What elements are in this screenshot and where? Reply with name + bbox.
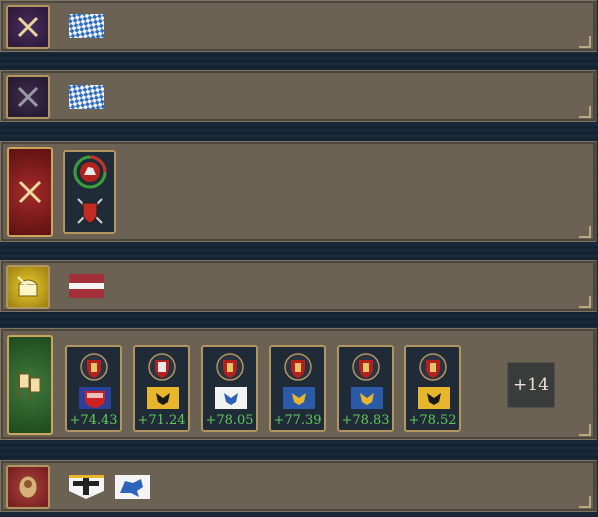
latvia-style-flag[interactable] xyxy=(69,274,104,298)
war-row-2[interactable] xyxy=(0,70,597,122)
castle-shield-icon xyxy=(352,353,380,381)
portrait-icon xyxy=(18,475,38,499)
participant-card[interactable] xyxy=(63,150,116,234)
participant-card[interactable]: +78.83 xyxy=(337,345,394,432)
castle-shield-icon xyxy=(284,353,312,381)
war-row-5[interactable]: +74.43 +71.24 +78.05 +77.39 +78.83 +78.5… xyxy=(0,328,597,440)
castle-shield-icon xyxy=(148,353,176,381)
crossed-swords-icon xyxy=(17,86,39,108)
war-type-badge[interactable] xyxy=(7,147,53,237)
crossed-swords-icon xyxy=(17,16,39,38)
banners-icon xyxy=(18,372,41,400)
war-row-4[interactable] xyxy=(0,260,597,312)
castle-shield-icon xyxy=(216,353,244,381)
participant-card[interactable]: +77.39 xyxy=(269,345,326,432)
blue-lion-flag[interactable] xyxy=(115,475,150,499)
castle-shield-icon xyxy=(419,353,447,381)
war-type-badge[interactable] xyxy=(6,465,50,509)
castle-shield-icon xyxy=(80,353,108,381)
cross-pennant-flag[interactable] xyxy=(69,475,104,499)
war-type-badge[interactable] xyxy=(6,75,50,119)
blue-eagle-flag[interactable] xyxy=(215,387,247,409)
participant-card[interactable]: +74.43 xyxy=(65,345,122,432)
war-row-6[interactable] xyxy=(0,460,597,512)
war-score-value: +74.43 xyxy=(69,413,118,428)
war-type-badge[interactable] xyxy=(6,5,50,49)
war-type-badge[interactable] xyxy=(6,265,50,309)
war-row-3[interactable] xyxy=(0,141,597,242)
participant-card[interactable]: +71.24 xyxy=(133,345,190,432)
bavaria-flag[interactable] xyxy=(69,14,104,38)
war-type-badge[interactable] xyxy=(7,335,53,435)
shield-and-swords-icon xyxy=(77,198,103,224)
war-score-value: +71.24 xyxy=(137,413,186,428)
participant-card[interactable]: +78.52 xyxy=(404,345,461,432)
black-eagle-flag[interactable] xyxy=(147,387,179,409)
war-score-value: +77.39 xyxy=(273,413,322,428)
treasure-chest-icon xyxy=(17,276,38,297)
more-participants-button[interactable]: +14 xyxy=(507,362,555,408)
crossed-swords-icon xyxy=(18,180,42,204)
war-row-1[interactable] xyxy=(0,0,597,52)
gold-eagle-flag[interactable] xyxy=(351,387,383,409)
bavaria-flag[interactable] xyxy=(69,85,104,109)
black-eagle-flag[interactable] xyxy=(418,387,450,409)
checkered-flag[interactable] xyxy=(79,387,111,409)
war-score-value: +78.83 xyxy=(341,413,390,428)
war-score-value: +78.05 xyxy=(205,413,254,428)
lithuania-coat-of-arms[interactable] xyxy=(73,155,107,189)
gold-eagle-flag[interactable] xyxy=(283,387,315,409)
war-score-value: +78.52 xyxy=(408,413,457,428)
participant-card[interactable]: +78.05 xyxy=(201,345,258,432)
